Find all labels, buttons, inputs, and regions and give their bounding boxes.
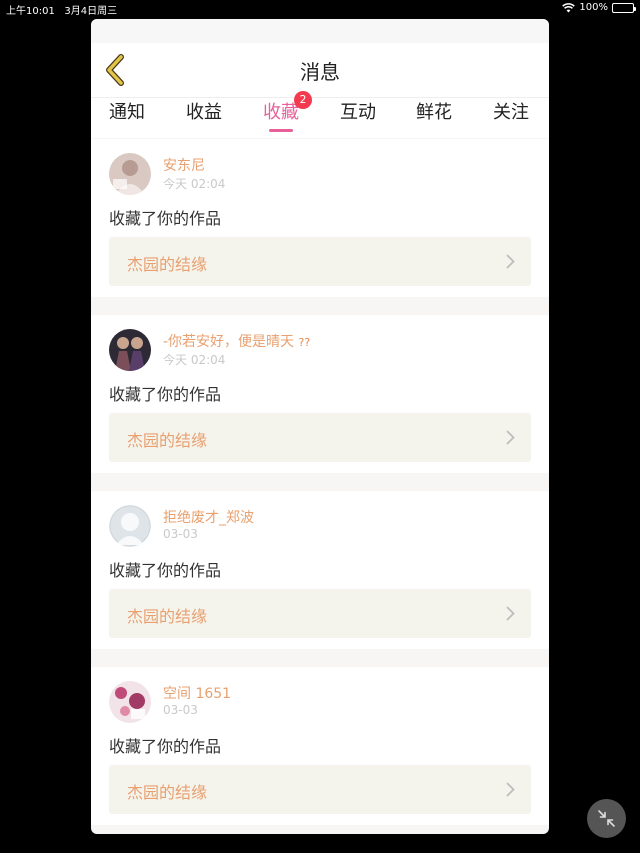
status-left: 上午10:01 3月4日周三 [6,2,117,17]
work-link[interactable]: 杰园的结缘 [109,413,531,462]
user-name[interactable]: 空间 1651 [163,683,231,703]
default-avatar-icon [109,505,151,547]
tab-interactions[interactable]: 互动 [328,98,388,138]
avatar[interactable] [109,153,151,195]
modal-top-strip [91,19,549,43]
active-tab-underline [269,129,293,132]
avatar[interactable] [109,681,151,723]
tab-label: 鲜花 [416,102,452,123]
action-text: 收藏了你的作品 [109,737,222,756]
user-name[interactable]: -你若安好，便是晴天 ?? [163,331,310,351]
work-link[interactable]: 杰园的结缘 [109,237,531,286]
status-date: 3月4日周三 [64,6,118,17]
tab-label: 收藏 [263,102,299,123]
chevron-right-icon [506,782,515,797]
tab-badge: 2 [294,91,312,109]
nav-header: 消息 [91,43,549,97]
avatar[interactable] [109,329,151,371]
tab-flowers[interactable]: 鲜花 [404,98,464,138]
message-card: 空间 1651 03-03 收藏了你的作品 杰园的结缘 [91,667,549,825]
message-card: 拒绝废才_郑波 03-03 收藏了你的作品 杰园的结缘 [91,491,549,649]
user-name-text: -你若安好，便是晴天 [163,334,295,350]
user-name-emoji: ?? [298,336,311,349]
tab-label: 互动 [340,102,376,123]
messages-modal: 消息 通知 收益 收藏 2 互动 鲜花 关注 安东尼 今天 02:04 收藏了你… [91,19,549,834]
wifi-icon [562,2,576,13]
minimize-button[interactable] [587,799,626,838]
status-right: 100% [562,2,636,13]
tab-follows[interactable]: 关注 [481,98,541,138]
user-avatar-image [109,681,151,723]
work-link[interactable]: 杰园的结缘 [109,765,531,814]
tab-bar: 通知 收益 收藏 2 互动 鲜花 关注 [91,91,549,138]
work-link[interactable]: 杰园的结缘 [109,589,531,638]
message-card: -你若安好，便是晴天 ?? 今天 02:04 收藏了你的作品 杰园的结缘 [91,315,549,473]
chevron-right-icon [506,606,515,621]
battery-icon [612,2,636,13]
chevron-right-icon [506,254,515,269]
timestamp: 今天 02:04 [163,353,226,367]
tab-label: 关注 [493,102,529,123]
message-card: 安东尼 今天 02:04 收藏了你的作品 杰园的结缘 [91,139,549,297]
chevron-right-icon [506,430,515,445]
timestamp: 03-03 [163,703,198,717]
work-title: 杰园的结缘 [127,431,208,450]
work-title: 杰园的结缘 [127,255,208,274]
tab-label: 通知 [109,102,145,123]
action-text: 收藏了你的作品 [109,209,222,228]
user-avatar-image [109,329,151,371]
timestamp: 03-03 [163,527,198,541]
status-time: 上午10:01 [6,6,55,17]
status-bar: 上午10:01 3月4日周三 100% [0,0,640,18]
work-title: 杰园的结缘 [127,607,208,626]
user-name[interactable]: 安东尼 [163,155,205,175]
action-text: 收藏了你的作品 [109,385,222,404]
avatar[interactable] [109,505,151,547]
action-text: 收藏了你的作品 [109,561,222,580]
tab-label: 收益 [186,102,222,123]
tab-favorites[interactable]: 收藏 2 [251,91,312,138]
tab-notifications[interactable]: 通知 [97,98,157,138]
user-name[interactable]: 拒绝废才_郑波 [163,507,254,527]
user-avatar-image [109,153,151,195]
timestamp: 今天 02:04 [163,177,226,191]
collapse-arrows-icon [598,810,615,827]
tab-earnings[interactable]: 收益 [174,98,234,138]
battery-percent: 100% [579,2,608,13]
work-title: 杰园的结缘 [127,783,208,802]
page-title: 消息 [300,60,340,84]
